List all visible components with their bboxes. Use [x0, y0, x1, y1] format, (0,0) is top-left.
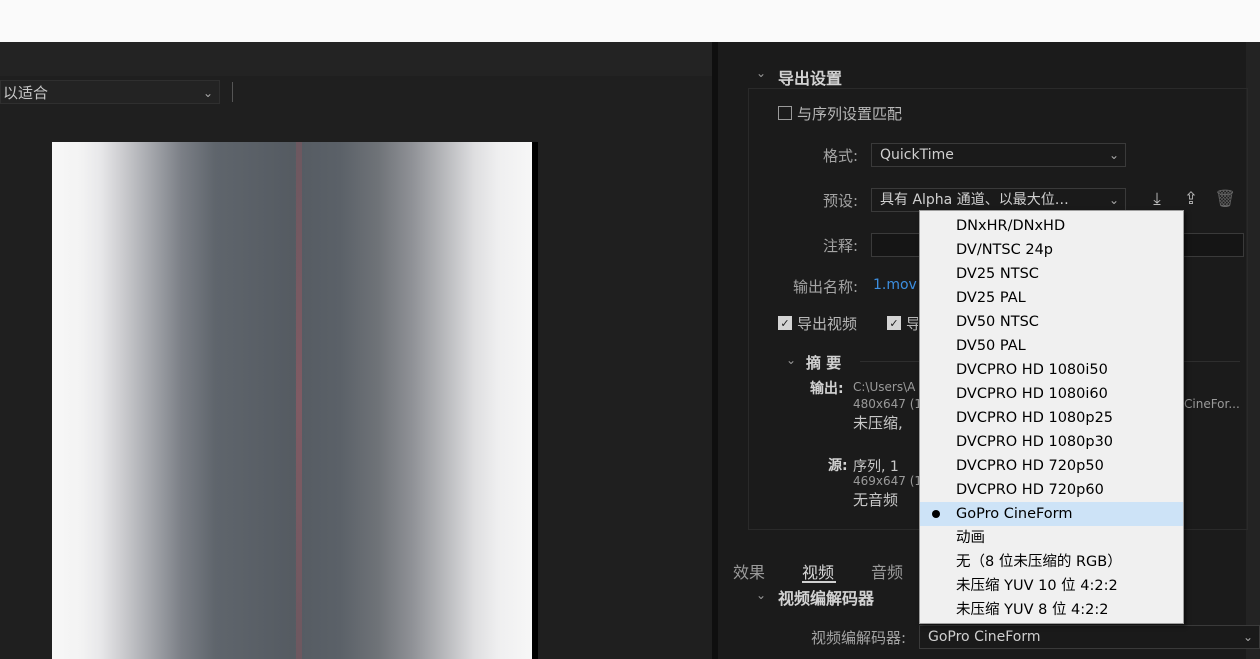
codec-option[interactable]: 无（8 位未压缩的 RGB）: [920, 550, 1183, 574]
codec-option[interactable]: DV50 NTSC: [920, 310, 1183, 334]
format-select[interactable]: QuickTime ⌄: [871, 143, 1126, 167]
summary-heading: 摘 要: [806, 354, 842, 372]
codec-option-label: DV25 PAL: [956, 290, 1026, 306]
preset-label: 预设:: [822, 192, 858, 210]
output-name-link[interactable]: 1.mov: [873, 277, 917, 293]
video-codec-value: GoPro CineForm: [928, 629, 1041, 645]
chevron-down-icon: ⌄: [1108, 193, 1119, 207]
codec-option[interactable]: DNxHR/DNxHD: [920, 214, 1183, 238]
toolbar-separator: [232, 82, 233, 102]
codec-option[interactable]: DVCPRO HD 1080i60: [920, 382, 1183, 406]
collapse-chevron-icon[interactable]: ⌄: [786, 353, 796, 367]
output-name-label: 输出名称:: [792, 278, 858, 296]
match-sequence-checkbox[interactable]: [778, 106, 792, 120]
summary-output-path: C:\Users\A: [853, 380, 916, 394]
codec-option[interactable]: 动画: [920, 526, 1183, 550]
codec-option[interactable]: DV50 PAL: [920, 334, 1183, 358]
panel-scrollbar[interactable]: [1246, 42, 1260, 659]
comment-label: 注释:: [822, 237, 858, 255]
export-audio-checkbox[interactable]: ✓: [887, 316, 901, 330]
summary-source-resolution: 469x647 (1: [853, 474, 923, 488]
codec-option-label: DNxHR/DNxHD: [956, 218, 1066, 234]
export-video-checkbox[interactable]: ✓: [778, 316, 792, 330]
codec-option-label: 未压缩 YUV 8 位 4:2:2: [956, 602, 1109, 618]
video-codec-select[interactable]: GoPro CineForm ⌄: [919, 625, 1260, 649]
codec-option[interactable]: DVCPRO HD 1080p25: [920, 406, 1183, 430]
preview-tab-strip: [0, 42, 712, 77]
summary-source-audio: 无音频: [853, 491, 899, 509]
codec-option-label: DVCPRO HD 1080p25: [956, 410, 1114, 426]
codec-option[interactable]: 未压缩 YUV 8 位 4:2:2: [920, 598, 1183, 622]
tab-audio[interactable]: 音频: [871, 559, 903, 583]
codec-option[interactable]: DVCPRO HD 720p50: [920, 454, 1183, 478]
collapse-chevron-icon[interactable]: ⌄: [756, 588, 766, 602]
codec-option-label: DVCPRO HD 720p60: [956, 482, 1104, 498]
export-audio-label: 导: [906, 315, 918, 333]
codec-option[interactable]: DV25 PAL: [920, 286, 1183, 310]
video-codec-label: 视频编解码器:: [810, 629, 906, 647]
video-codec-dropdown-list: DNxHR/DNxHD DV/NTSC 24p DV25 NTSC DV25 PAL D…: [919, 210, 1184, 624]
chevron-down-icon: ⌄: [1108, 148, 1119, 162]
active-tab-indicator: [802, 581, 836, 583]
fit-zoom-select[interactable]: 以适合 ⌄: [0, 80, 220, 104]
summary-source-sequence: 序列, 1: [853, 459, 899, 475]
codec-option-label: DV/NTSC 24p: [956, 242, 1054, 258]
delete-preset-icon[interactable]: 🗑: [1214, 188, 1236, 210]
tab-video[interactable]: 视频: [802, 559, 834, 583]
codec-option-label: DV50 PAL: [956, 338, 1026, 354]
codec-option[interactable]: DVCPRO HD 1080p30: [920, 430, 1183, 454]
match-sequence-label: 与序列设置匹配: [797, 105, 903, 123]
video-preview-image: [52, 142, 532, 659]
codec-option-label: 动画: [956, 530, 985, 546]
chevron-down-icon: ⌄: [202, 86, 213, 100]
export-settings-heading: 导出设置: [778, 69, 843, 88]
codec-option[interactable]: GoPro CineForm: [920, 502, 1183, 526]
codec-option[interactable]: DV25 NTSC: [920, 262, 1183, 286]
codec-option-label: DVCPRO HD 1080i50: [956, 362, 1108, 378]
preset-value: 具有 Alpha 通道、以最大位…: [880, 192, 1069, 208]
video-preview-streak: [296, 142, 302, 659]
format-label: 格式:: [822, 147, 858, 165]
summary-source-label: 源:: [828, 458, 848, 474]
codec-option[interactable]: DV/NTSC 24p: [920, 238, 1183, 262]
codec-option[interactable]: DVCPRO HD 1080i50: [920, 358, 1183, 382]
fit-zoom-value: 以适合: [3, 84, 49, 102]
summary-output-label: 输出:: [810, 381, 844, 397]
selected-radio-dot-icon: [932, 510, 940, 518]
collapse-chevron-icon[interactable]: ⌄: [756, 66, 766, 80]
chevron-down-icon: ⌄: [1242, 630, 1253, 644]
codec-option-label: 无（8 位未压缩的 RGB）: [956, 554, 1122, 570]
import-preset-icon[interactable]: ⇪: [1180, 188, 1202, 210]
format-value: QuickTime: [880, 147, 954, 163]
codec-option-label: DVCPRO HD 1080i60: [956, 386, 1108, 402]
summary-output-codec: 未压缩,: [853, 414, 903, 432]
summary-output-tail: CineFor...: [1184, 397, 1240, 411]
codec-option[interactable]: 未压缩 YUV 10 位 4:2:2: [920, 574, 1183, 598]
codec-option-label: DV25 NTSC: [956, 266, 1039, 282]
codec-option-label: DVCPRO HD 720p50: [956, 458, 1104, 474]
codec-option[interactable]: DVCPRO HD 720p60: [920, 478, 1183, 502]
codec-option-label: GoPro CineForm: [956, 506, 1073, 522]
export-video-label: 导出视频: [797, 315, 858, 333]
summary-output-resolution: 480x647 (1: [853, 397, 923, 411]
preset-select[interactable]: 具有 Alpha 通道、以最大位… ⌄: [871, 188, 1126, 212]
tab-effects[interactable]: 效果: [733, 559, 765, 583]
window-title-bar: [0, 0, 1260, 42]
codec-option-label: DVCPRO HD 1080p30: [956, 434, 1114, 450]
video-codec-heading: 视频编解码器: [778, 589, 875, 608]
codec-option-label: 未压缩 YUV 10 位 4:2:2: [956, 578, 1118, 594]
codec-option-label: DV50 NTSC: [956, 314, 1039, 330]
download-preset-icon[interactable]: ⤓: [1146, 188, 1168, 210]
